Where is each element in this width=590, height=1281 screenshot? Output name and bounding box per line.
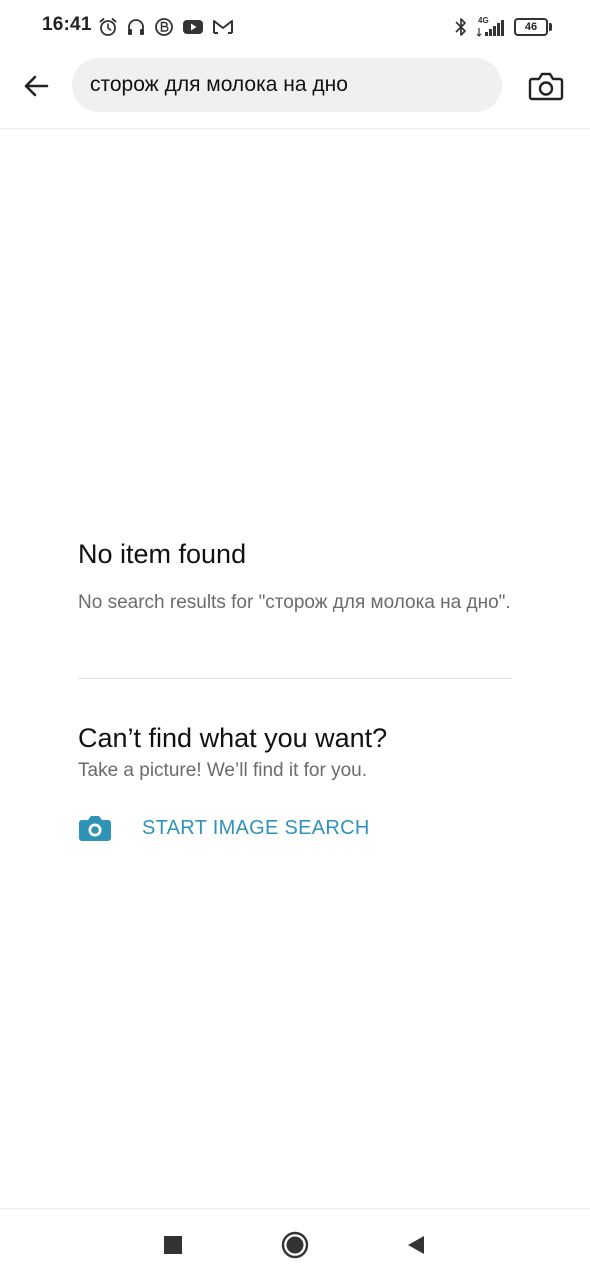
empty-title: No item found [78,539,247,569]
alarm-icon [98,17,118,37]
mail-icon [212,17,234,37]
back-triangle-icon [408,1236,424,1254]
divider [78,678,512,679]
promo-subtitle: Take a picture! We’ll find it for you. [78,760,367,781]
system-icons: 4G 46 [454,15,552,39]
home-icon [281,1231,309,1259]
headphones-icon [126,17,146,37]
start-image-search-button[interactable]: START IMAGE SEARCH [78,812,370,844]
search-header: сторож для молока на дно [0,52,590,129]
status-bar: 16:41 4G 46 [0,0,590,52]
arrow-back-icon [24,75,49,97]
system-back-button[interactable] [398,1227,434,1263]
home-button[interactable] [277,1227,313,1263]
camera-outline-icon [528,72,564,101]
promo-title: Can’t find what you want? [78,723,388,753]
bluetooth-icon [454,16,468,38]
back-button[interactable] [16,66,56,106]
battery-icon: 46 [514,18,552,36]
youtube-icon [182,17,204,37]
signal-icon: 4G [476,16,506,38]
start-image-search-label: START IMAGE SEARCH [142,816,370,839]
search-input[interactable]: сторож для молока на дно [72,58,502,112]
recent-apps-icon [164,1236,182,1254]
image-search-promo: Can’t find what you want? Take a picture… [78,720,512,841]
search-query: сторож для молока на дно [90,73,348,96]
image-search-camera-button[interactable] [524,66,568,106]
navigation-bar [0,1208,590,1281]
status-time: 16:41 [42,14,92,35]
camera-filled-icon [78,813,112,843]
recent-apps-button[interactable] [155,1227,191,1263]
notification-icons [98,16,234,38]
b-badge-icon [154,17,174,37]
empty-message: No search results for "сторож для молока… [78,592,511,613]
battery-level: 46 [514,18,548,36]
empty-state: No item found No search results for "сто… [78,536,512,616]
